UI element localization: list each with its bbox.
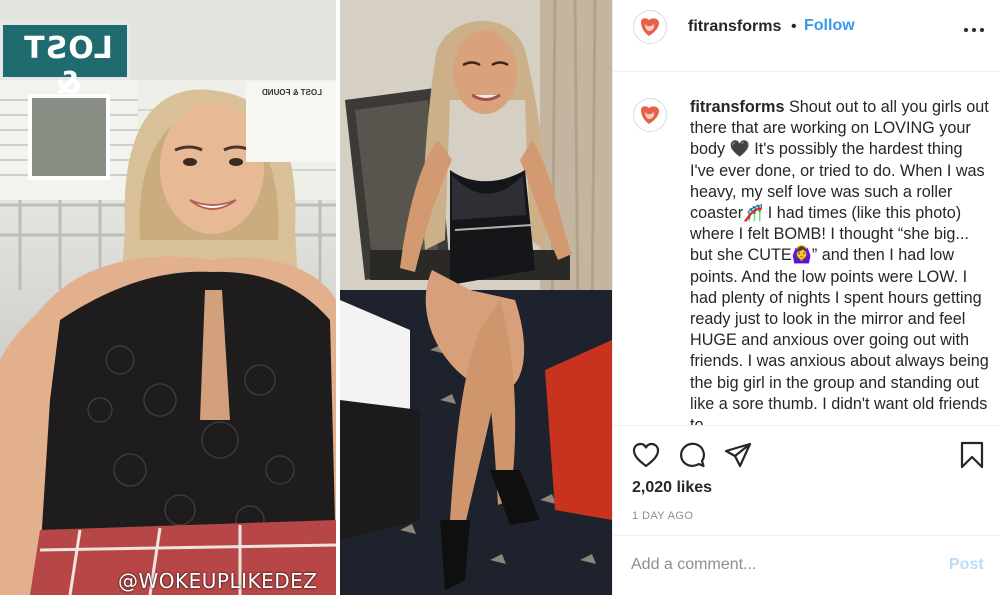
like-count[interactable]: 2,020 likes (632, 479, 712, 497)
comment-bar: Post (613, 535, 1000, 595)
heart-icon[interactable] (631, 440, 661, 470)
post-caption: fitransforms Shout out to all you girls … (690, 97, 990, 425)
post-header: fitransforms • Follow (613, 0, 1000, 72)
notice-title: LOST & FOUND (262, 88, 322, 97)
post-actions: 2,020 likes 1 DAY AGO (613, 425, 1000, 535)
post-image[interactable]: LOST & LOST & FOUND @WOKEUPLIKEDEZ (0, 0, 612, 595)
bookmark-icon[interactable] (957, 440, 987, 470)
watermark-text: @WOKEUPLIKEDEZ (118, 569, 318, 593)
before-photo: LOST & LOST & FOUND (0, 0, 336, 595)
follow-button[interactable]: Follow (804, 17, 855, 35)
more-options-icon[interactable] (963, 22, 985, 36)
notice-board: LOST & FOUND (246, 82, 336, 162)
avatar[interactable] (633, 10, 667, 44)
after-photo (340, 0, 612, 595)
post-side-panel: fitransforms • Follow fitransforms Shout… (612, 0, 1000, 595)
dot-separator: • (791, 18, 797, 35)
profile-logo-icon (641, 18, 659, 36)
header-username[interactable]: fitransforms (688, 18, 781, 36)
caption-area[interactable]: fitransforms Shout out to all you girls … (613, 73, 1000, 425)
post-timestamp[interactable]: 1 DAY AGO (632, 510, 693, 522)
sign-text: LOST & (23, 31, 113, 101)
caption-avatar[interactable] (633, 98, 667, 132)
add-comment-input[interactable] (631, 553, 931, 577)
share-icon[interactable] (723, 440, 753, 470)
comment-icon[interactable] (677, 440, 707, 470)
caption-text: Shout out to all you girls out there tha… (690, 98, 989, 425)
profile-logo-icon (641, 106, 659, 124)
caption-username[interactable]: fitransforms (690, 98, 784, 116)
post-comment-button[interactable]: Post (949, 556, 984, 574)
after-photo-drawing (340, 0, 612, 595)
lost-and-found-sign: LOST & (0, 22, 130, 101)
